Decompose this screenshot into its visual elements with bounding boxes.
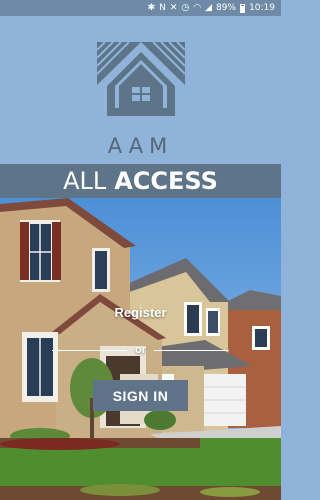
wifi-icon: ◠ [193,2,202,13]
bluetooth-icon: ✱ [147,2,156,13]
header-area: AAM [0,16,281,164]
signal-icon: ◢ [205,2,213,13]
or-label: or [135,344,146,356]
or-divider: or [52,343,229,357]
nfc-icon: N [159,2,166,13]
title-bold: ACCESS [114,167,218,195]
alarm-icon: ◷ [181,2,190,13]
title-thin: ALL [63,167,107,195]
battery-icon [240,3,246,13]
app-title: ALL ACCESS [0,164,281,198]
register-link[interactable]: Register [0,305,281,320]
house-roof-logo [96,40,186,116]
mute-icon: ✕ [169,2,178,13]
logo-text: AAM [107,134,174,158]
status-bar: ✱ N ✕ ◷ ◠ ◢ 89% 10:19 [0,0,281,16]
sign-in-button[interactable]: SIGN IN [93,380,188,411]
divider-line-right [154,349,229,351]
divider-line-left [52,349,127,351]
battery-percent: 89% [216,3,237,13]
status-time: 10:19 [249,3,275,13]
